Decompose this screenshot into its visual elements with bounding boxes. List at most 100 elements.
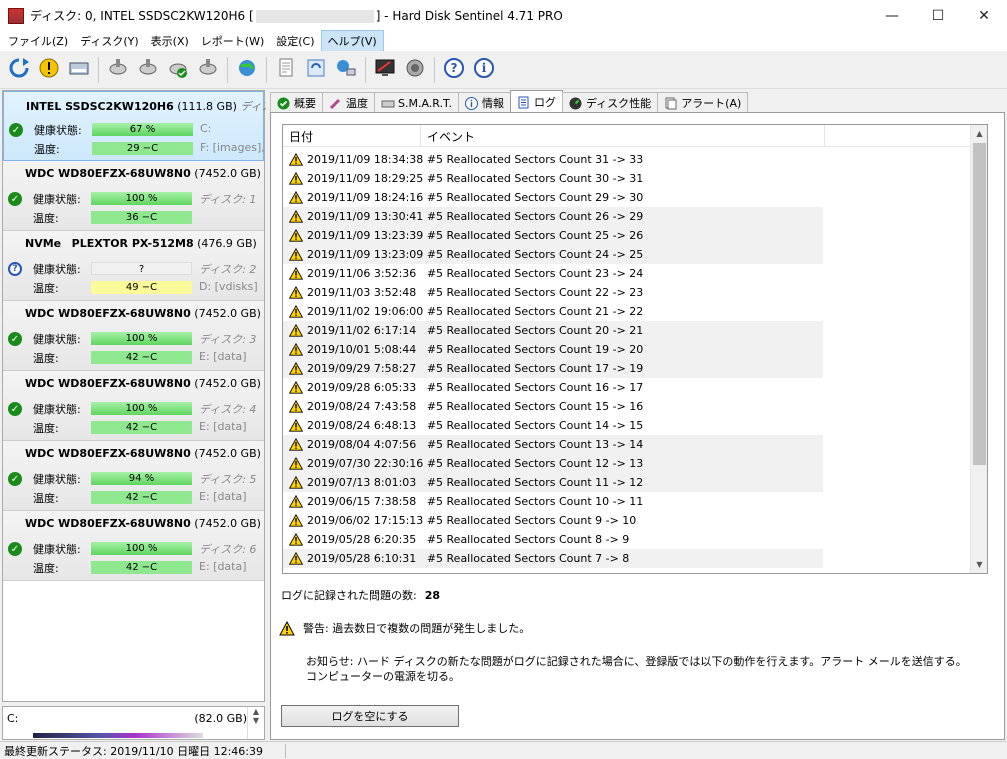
log-event: #5 Reallocated Sectors Count 15 -> 16 [426,400,644,413]
scroll-thumb[interactable] [973,143,986,465]
tab-4[interactable]: ログ [509,90,563,113]
disk-item[interactable]: WDC WD80EFZX-68UW8N0 (7452.0 GB) ✓ 健康状態:… [3,371,264,441]
svg-text:i: i [482,61,487,75]
disk-item[interactable]: WDC WD80EFZX-68UW8N0 (7452.0 GB) ✓ 健康状態:… [3,441,264,511]
log-row[interactable]: 2019/10/01 5:08:44 #5 Reallocated Sectors… [283,340,823,359]
tab-bar: 概要 温度 S.M.A.R.T. 情報 ログ ディスク性能 アラート(A) [270,90,1007,113]
warning-icon [288,323,304,337]
log-row[interactable]: 2019/11/09 13:23:39 #5 Reallocated Sector… [283,226,823,245]
toolbar-alert-button[interactable] [36,57,62,83]
toolbar-refresh-button[interactable] [6,57,32,83]
toolbar-monitor-button[interactable] [372,57,398,83]
toolbar-help-button[interactable]: ? [441,57,467,83]
tab-label: S.M.A.R.T. [398,96,452,110]
drive-info-1: ディスク: 1 [199,193,257,206]
log-row[interactable]: 2019/08/24 6:48:13 #5 Reallocated Sectors… [283,416,823,435]
log-row[interactable]: 2019/08/04 4:07:56 #5 Reallocated Sectors… [283,435,823,454]
volume-scrollbar[interactable]: ▲ ▼ [247,707,264,739]
toolbar-network-button[interactable] [333,57,359,83]
scroll-down-arrow[interactable]: ▼ [971,556,987,573]
disk-label: ディスク: [240,100,266,113]
disk-test-icon [107,57,129,82]
ok-status-icon: ✓ [8,402,22,416]
disk-item[interactable]: WDC WD80EFZX-68UW8N0 (7452.0 GB) ✓ 健康状態:… [3,301,264,371]
close-button[interactable]: ✕ [961,0,1007,31]
toolbar-report-button[interactable] [273,57,299,83]
tab-2[interactable]: S.M.A.R.T. [374,92,459,113]
toolbar-web-report-button[interactable] [234,57,260,83]
toolbar-disk-test-2-button[interactable] [135,57,161,83]
health-bar: 94 % [91,472,192,485]
menu-item-2[interactable]: 表示(X) [145,31,195,51]
log-row[interactable]: 2019/11/02 6:17:14 #5 Reallocated Sectors… [283,321,823,340]
log-event: #5 Reallocated Sectors Count 25 -> 26 [426,229,644,242]
column-date-header[interactable]: 日付 [283,125,421,147]
clear-log-button[interactable]: ログを空にする [281,705,459,727]
log-tab-content: 日付 イベント 2019/11/09 18:34:38 #5 Reallocate… [270,112,1005,740]
menu-item-3[interactable]: レポート(W) [195,31,270,51]
log-event: #5 Reallocated Sectors Count 16 -> 17 [426,381,644,394]
temperature-label: 温度: [33,492,59,505]
menu-item-1[interactable]: ディスク(Y) [74,31,145,51]
log-list[interactable]: 日付 イベント 2019/11/09 18:34:38 #5 Reallocate… [282,124,988,574]
log-event: #5 Reallocated Sectors Count 30 -> 31 [426,172,644,185]
log-row[interactable]: 2019/11/09 18:29:25 #5 Reallocated Sector… [283,169,823,188]
log-row[interactable]: 2019/11/03 3:52:48 #5 Reallocated Sectors… [283,283,823,302]
tab-3[interactable]: 情報 [457,92,511,113]
log-row[interactable]: 2019/08/24 7:43:58 #5 Reallocated Sectors… [283,397,823,416]
health-label: 健康状態: [33,543,81,556]
tab-1[interactable]: 温度 [322,92,375,113]
log-event: #5 Reallocated Sectors Count 11 -> 12 [426,476,644,489]
toolbar-info-button[interactable]: i [471,57,497,83]
disk-item[interactable]: WDC WD80EFZX-68UW8N0 (7452.0 GB) ✓ 健康状態:… [3,511,264,581]
menu-item-5[interactable]: ヘルプ(V) [320,30,384,52]
toolbar-sound-button[interactable] [402,57,428,83]
toolbar-sync-button[interactable] [303,57,329,83]
menu-item-0[interactable]: ファイル(Z) [2,31,74,51]
toolbar-disk-info-button[interactable] [66,57,92,83]
disk-item[interactable]: WDC WD80EFZX-68UW8N0 (7452.0 GB) ✓ 健康状態:… [3,161,264,231]
log-event: #5 Reallocated Sectors Count 12 -> 13 [426,457,644,470]
disk-item[interactable]: INTEL SSDSC2KW120H6 (111.8 GB) ディスク: ✓ 健… [3,91,266,161]
health-bar: 100 % [91,402,192,415]
log-row[interactable]: 2019/11/09 13:30:41 #5 Reallocated Sector… [283,207,823,226]
speaker-icon [404,57,426,82]
log-row[interactable]: 2019/06/02 17:15:13 #5 Reallocated Sector… [283,511,823,530]
column-event-header[interactable]: イベント [421,125,825,147]
log-row[interactable]: 2019/07/30 22:30:16 #5 Reallocated Sector… [283,454,823,473]
scroll-up-arrow[interactable]: ▲ [971,125,987,142]
toolbar-separator [98,56,99,83]
log-row[interactable]: 2019/07/13 8:01:03 #5 Reallocated Sectors… [283,473,823,492]
log-row[interactable]: 2019/09/28 6:05:33 #5 Reallocated Sectors… [283,378,823,397]
log-row[interactable]: 2019/05/28 6:10:31 #5 Reallocated Sectors… [283,549,823,568]
log-header: 日付 イベント [283,125,971,147]
drive-info-1: ディスク: 2 [199,263,257,276]
tab-label: アラート(A) [681,97,742,110]
log-row[interactable]: 2019/11/09 18:24:16 #5 Reallocated Sector… [283,188,823,207]
minimize-button[interactable]: — [869,0,915,31]
disk-item[interactable]: NVMe PLEXTOR PX-512M8 (476.9 GB) ? 健康状態:… [3,231,264,301]
warning-icon [288,266,304,280]
log-row[interactable]: 2019/11/09 13:23:09 #5 Reallocated Sector… [283,245,823,264]
volume-row[interactable]: C: (82.0 GB) [7,712,247,725]
log-row[interactable]: 2019/11/09 18:34:38 #5 Reallocated Sector… [283,150,823,169]
toolbar-disk-test-4-button[interactable] [195,57,221,83]
log-scrollbar[interactable]: ▲ ▼ [970,125,987,573]
log-row[interactable]: 2019/06/15 7:38:58 #5 Reallocated Sectors… [283,492,823,511]
log-event: #5 Reallocated Sectors Count 26 -> 29 [426,210,644,223]
log-date: 2019/05/28 6:10:31 [307,552,417,565]
log-row[interactable]: 2019/09/29 7:58:27 #5 Reallocated Sectors… [283,359,823,378]
warning-icon [288,418,304,432]
tab-6[interactable]: アラート(A) [657,92,749,113]
tab-5[interactable]: ディスク性能 [561,92,659,113]
maximize-button[interactable]: ☐ [915,0,961,31]
log-row[interactable]: 2019/11/06 3:52:36 #5 Reallocated Sectors… [283,264,823,283]
tab-0[interactable]: 概要 [270,92,323,113]
log-row[interactable]: 2019/05/28 6:20:35 #5 Reallocated Sectors… [283,530,823,549]
drive-info-2: F: [images], [200,141,265,154]
log-event: #5 Reallocated Sectors Count 10 -> 11 [426,495,644,508]
toolbar-disk-test-1-button[interactable] [105,57,131,83]
log-row[interactable]: 2019/11/02 19:06:00 #5 Reallocated Sector… [283,302,823,321]
toolbar-disk-test-3-button[interactable] [165,57,191,83]
menu-item-4[interactable]: 設定(C) [270,31,320,51]
